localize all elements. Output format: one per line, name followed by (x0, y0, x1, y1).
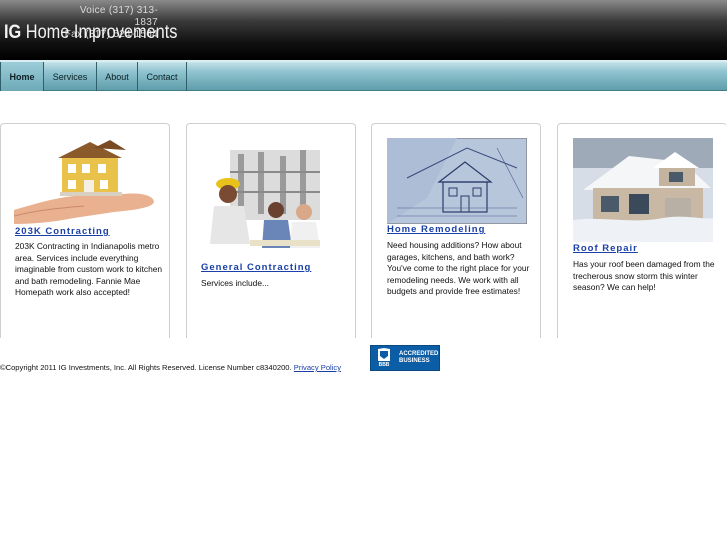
blueprint-image (386, 137, 528, 225)
logo-name: Home Improvements (25, 22, 178, 43)
logo-ig: IG (4, 22, 22, 43)
main-nav: Home Services About Contact (0, 60, 727, 91)
snowy-roof-house-image (573, 138, 713, 242)
bbb-line1: ACCREDITED (399, 351, 439, 357)
card-general-contracting: General Contracting Services include... (186, 123, 356, 338)
card-title-remodeling[interactable]: Home Remodeling (387, 224, 485, 235)
bbb-line2: BUSINESS (399, 358, 430, 364)
bbb-accredited-badge[interactable]: BBB ACCREDITED BUSINESS (370, 345, 440, 371)
nav-contact-label: Contact (146, 71, 178, 82)
card-body-203k: 203K Contracting in Indianapolis metro a… (15, 241, 163, 297)
nav-home[interactable]: Home (0, 62, 44, 91)
card-title-203k[interactable]: 203K Contracting (15, 226, 110, 237)
nav-about[interactable]: About (97, 62, 138, 91)
copyright-text: ©Copyright 2011 IG Investments, Inc. All… (0, 363, 294, 372)
nav-services[interactable]: Services (44, 62, 97, 91)
card-title-general[interactable]: General Contracting (201, 262, 311, 273)
nav-home-label: Home (9, 71, 35, 82)
construction-workers-image (200, 144, 342, 260)
card-home-remodeling: Home Remodeling Need housing additions? … (371, 123, 541, 338)
card-roof-repair: Roof Repair Has your roof been damaged f… (557, 123, 727, 338)
card-body-remodeling: Need housing additions? How about garage… (387, 240, 530, 296)
bbb-seal-label: BBB (378, 362, 390, 368)
nav-services-label: Services (52, 71, 88, 82)
card-203k-contracting: 203K Contracting 203K Contracting in Ind… (0, 123, 170, 338)
site-logo[interactable]: IG Home Improvements (4, 21, 177, 45)
nav-about-label: About (105, 71, 129, 82)
privacy-policy-link[interactable]: Privacy Policy (294, 363, 341, 372)
nav-contact[interactable]: Contact (138, 62, 187, 91)
site-footer: ©Copyright 2011 IG Investments, Inc. All… (0, 363, 341, 372)
house-in-hand-image (13, 138, 156, 226)
site-header: Voice (317) 313-1837 Fax (317) 524-1564 … (0, 0, 727, 60)
bbb-seal-icon: BBB (373, 346, 395, 370)
card-title-roof[interactable]: Roof Repair (573, 243, 638, 254)
card-body-roof: Has your roof been damaged from the trec… (573, 259, 715, 292)
card-body-general: Services include... (201, 278, 269, 288)
